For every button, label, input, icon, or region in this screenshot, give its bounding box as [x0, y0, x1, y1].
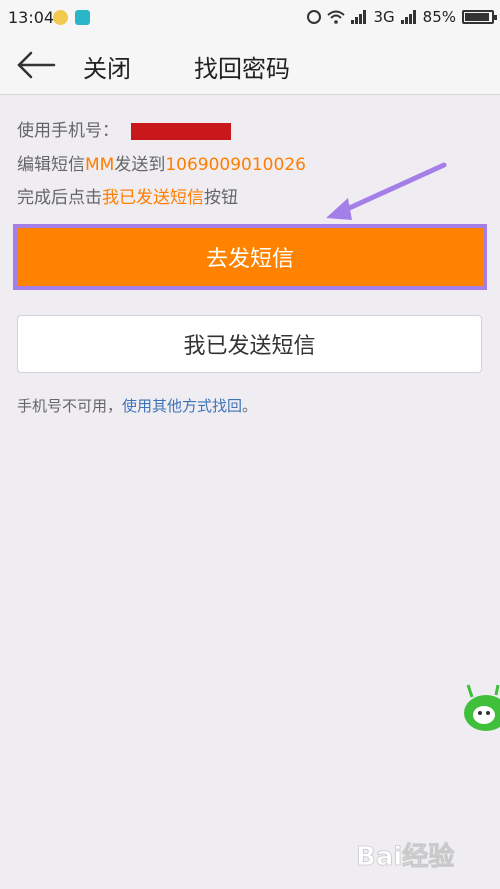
alarm-icon — [307, 10, 322, 24]
close-button[interactable]: 关闭 — [83, 49, 131, 84]
sms-code: MM — [85, 155, 115, 175]
sms-sent-button[interactable]: 我已发送短信 — [17, 315, 482, 373]
alternative-prefix: 手机号不可用， — [17, 397, 123, 415]
sms-instruction-mid: 发送到 — [114, 155, 166, 175]
other-recovery-link[interactable]: 使用其他方式找回 — [122, 397, 242, 415]
status-bar: 13:04 3G 85% — [0, 0, 500, 36]
sms-sent-button-label: 我已发送短信 — [183, 334, 316, 359]
sms-instruction-line: 编辑短信MM发送到1069009010026 — [17, 150, 306, 175]
signal-icon-2 — [400, 10, 416, 24]
after-send-highlight: 我已发送短信 — [102, 188, 204, 208]
after-send-prefix: 完成后点击 — [17, 188, 102, 208]
redacted-phone-number — [131, 122, 231, 140]
app-notification-icon — [53, 10, 68, 25]
page-title: 找回密码 — [194, 55, 290, 83]
phone-line: 使用手机号： — [17, 116, 231, 141]
watermark-logo: Bai经验 — [354, 830, 494, 880]
after-send-suffix: 按钮 — [204, 188, 238, 208]
after-send-instruction-line: 完成后点击我已发送短信按钮 — [17, 183, 238, 208]
scan-notification-icon — [75, 10, 90, 25]
wifi-icon — [327, 10, 346, 24]
status-time: 13:04 — [8, 8, 55, 27]
battery-icon — [462, 10, 497, 24]
back-arrow-icon[interactable] — [16, 50, 56, 80]
nav-bar: 关闭 找回密码 — [0, 36, 500, 95]
signal-icon — [351, 10, 367, 24]
alternative-suffix: 。 — [242, 397, 258, 415]
watermark-text: Bai经验 — [356, 841, 454, 872]
network-type: 3G — [373, 8, 395, 26]
mascot-icon[interactable] — [462, 683, 500, 737]
watermark-graphic: Bai经验 — [356, 841, 455, 873]
send-sms-button[interactable]: 去发短信 — [13, 224, 487, 290]
sms-target-number: 1069009010026 — [165, 155, 306, 175]
status-right: 3G 85% — [307, 8, 497, 26]
alternative-recovery-line: 手机号不可用，使用其他方式找回。 — [17, 395, 257, 416]
sms-instruction-prefix: 编辑短信 — [17, 155, 85, 175]
battery-percent: 85% — [422, 8, 456, 26]
annotation-arrow-icon — [326, 162, 447, 220]
send-sms-button-label: 去发短信 — [205, 247, 294, 272]
phone-label: 使用手机号： — [17, 121, 119, 141]
